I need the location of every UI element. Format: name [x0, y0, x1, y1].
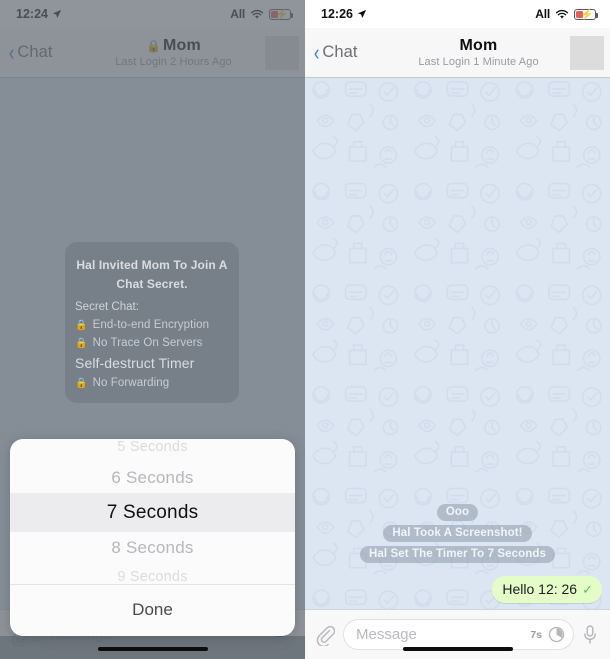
picker-option-8s[interactable]: 8 Seconds — [10, 532, 295, 563]
picker-option-6s[interactable]: 6 Seconds — [10, 462, 295, 493]
secret-feature-label: No Forwarding — [92, 377, 170, 390]
message-input[interactable]: Message 7s — [343, 619, 574, 650]
secret-chat-info-card: Hal Invited Mom To Join A Chat Secret. S… — [65, 242, 239, 404]
message-list: Ooo Hal Took A Screenshot! Hal Set The T… — [305, 504, 610, 609]
outgoing-bubble[interactable]: Hello 12: 26 ✓ — [492, 576, 602, 603]
lock-icon: 🔒 — [75, 337, 88, 349]
right-chat-body: Ooo Hal Took A Screenshot! Hal Set The T… — [305, 78, 610, 659]
timer-seconds-label: 7s — [530, 628, 542, 641]
right-input-bar: Message 7s — [305, 609, 610, 659]
last-seen-label: Last Login 1 Minute Ago — [418, 55, 539, 68]
avatar[interactable] — [570, 35, 604, 70]
back-button-label: Chat — [322, 43, 358, 61]
message-placeholder: Message — [356, 626, 417, 643]
single-check-icon: ✓ — [582, 581, 593, 597]
secret-feature-self-destruct: Self-destruct Timer — [75, 355, 194, 371]
left-phone-panel: 12:24 All ⚡ ‹ Chat — [0, 0, 305, 659]
service-message: Hal Took A Screenshot! — [383, 525, 532, 542]
home-indicator — [97, 647, 208, 651]
chevron-left-icon: ‹ — [313, 39, 320, 65]
status-left-group: 12:26 — [321, 7, 367, 21]
picker-option-9s[interactable]: 9 Seconds — [10, 563, 295, 592]
right-chat-title-block[interactable]: Mom Last Login 1 Minute Ago — [391, 37, 566, 68]
contact-name: Mom — [459, 36, 498, 54]
lock-icon: 🔒 — [75, 319, 88, 331]
secret-chat-section-label: Secret Chat: — [75, 301, 139, 314]
carrier-label: All — [535, 7, 550, 21]
lock-icon: 🔒 — [75, 377, 88, 389]
microphone-icon[interactable] — [582, 624, 598, 646]
dual-screenshot-stage: 12:24 All ⚡ ‹ Chat — [0, 0, 610, 659]
service-message: Hal Set The Timer To 7 Seconds — [359, 546, 556, 563]
secret-feature-no-trace: 🔒 No Trace On Servers — [75, 337, 202, 349]
home-indicator — [402, 647, 513, 651]
outgoing-message-text: Hello 12: 26 — [502, 581, 578, 597]
paperclip-icon[interactable] — [315, 624, 335, 646]
secret-feature-encryption: 🔒 End-to-end Encryption — [75, 319, 209, 331]
location-arrow-icon — [357, 9, 367, 18]
picker-done-button[interactable]: Done — [10, 584, 295, 636]
picker-option-5s[interactable]: 5 Seconds — [10, 439, 295, 462]
right-phone-panel: 12:26 All ⚡ ‹ Chat Mom Last Login 1 Minu… — [305, 0, 610, 659]
wifi-icon — [555, 9, 569, 19]
secret-feature-label: Self-destruct Timer — [75, 355, 195, 372]
secret-feature-label: End-to-end Encryption — [92, 319, 210, 332]
self-destruct-timer-icon[interactable] — [548, 626, 565, 643]
picker-option-7s-selected[interactable]: 7 Seconds — [10, 492, 295, 532]
right-nav-bar: ‹ Chat Mom Last Login 1 Minute Ago — [305, 28, 610, 78]
right-status-bar: 12:26 All ⚡ — [305, 0, 610, 28]
secret-feature-label: No Trace On Servers — [92, 337, 203, 350]
outgoing-message-row: Hello 12: 26 ✓ — [313, 576, 602, 603]
self-destruct-timer-picker[interactable]: 5 Seconds 6 Seconds 7 Seconds 8 Seconds … — [10, 438, 295, 636]
title-row: Mom — [460, 37, 498, 55]
secret-chat-invite-text: Hal Invited Mom To Join A Chat Secret. — [76, 258, 228, 291]
battery-charging-icon: ⚡ — [574, 8, 599, 21]
status-clock: 12:26 — [321, 7, 353, 21]
status-right-group: All ⚡ — [535, 7, 599, 21]
service-message: Ooo — [436, 504, 479, 521]
picker-wheel[interactable]: 5 Seconds 6 Seconds 7 Seconds 8 Seconds … — [10, 439, 295, 584]
back-to-chat-button[interactable]: ‹ Chat — [305, 39, 391, 65]
secret-feature-no-forwarding: 🔒 No Forwarding — [75, 377, 169, 389]
